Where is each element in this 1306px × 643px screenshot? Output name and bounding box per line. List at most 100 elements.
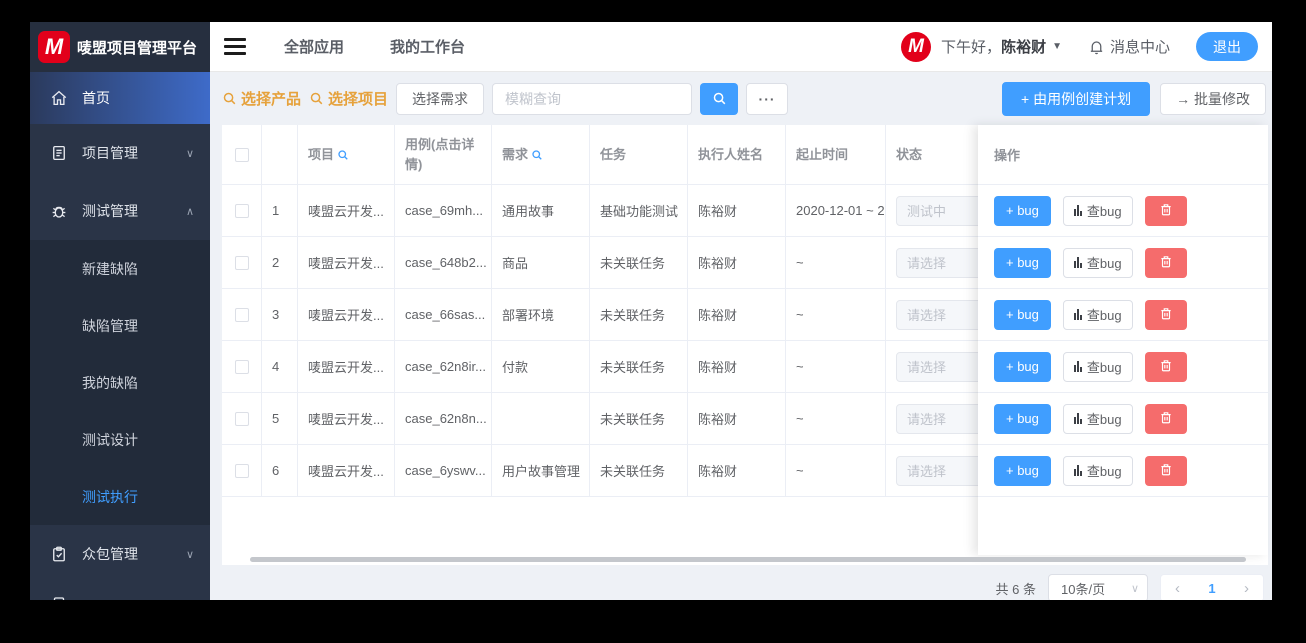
add-bug-button[interactable]: + bug: [994, 195, 1051, 226]
sidebar-item-home[interactable]: 首页: [30, 72, 210, 124]
search-icon[interactable]: [531, 149, 543, 161]
logout-button[interactable]: 退出: [1196, 32, 1258, 61]
chevron-up-icon: ∧: [185, 205, 194, 218]
nav-all-apps[interactable]: 全部应用: [284, 36, 344, 57]
fuzzy-search-input[interactable]: [492, 82, 693, 115]
bug-icon: [50, 202, 68, 220]
nav-my-workbench[interactable]: 我的工作台: [390, 36, 465, 57]
case-link[interactable]: case_6yswv...: [395, 445, 492, 496]
current-page[interactable]: 1: [1208, 581, 1215, 596]
dropdown-arrow-icon[interactable]: ▼: [1052, 41, 1062, 52]
prev-page-button[interactable]: ‹: [1175, 580, 1180, 597]
row-checkbox[interactable]: [234, 255, 249, 270]
col-project: 项目: [298, 125, 395, 184]
row-checkbox[interactable]: [234, 203, 249, 218]
project-cell: 唛盟云开发...: [298, 237, 395, 288]
delete-button[interactable]: [1144, 403, 1187, 434]
search-button[interactable]: [700, 82, 739, 115]
sidebar-item-partial[interactable]: [30, 583, 210, 600]
sidebar-item-test-design[interactable]: 测试设计: [30, 411, 210, 468]
delete-button[interactable]: [1144, 299, 1187, 330]
row-checkbox[interactable]: [234, 307, 249, 322]
executor-cell: 陈裕财: [688, 445, 786, 496]
view-bug-button[interactable]: 查bug: [1062, 299, 1133, 330]
sidebar-item-new-defect[interactable]: 新建缺陷: [30, 240, 210, 297]
view-bug-button[interactable]: 查bug: [1062, 403, 1133, 434]
greeting-text: 下午好，: [941, 39, 1002, 56]
row-checkbox[interactable]: [234, 359, 249, 374]
home-icon: [50, 89, 68, 107]
delete-button[interactable]: [1144, 351, 1187, 382]
case-link[interactable]: case_66sas...: [395, 289, 492, 340]
row-index: 6: [262, 445, 298, 496]
task-cell: 未关联任务: [590, 445, 688, 496]
col-requirement: 需求: [492, 125, 590, 184]
bar-chart-icon: [1073, 465, 1082, 476]
message-center-link[interactable]: 消息中心: [1110, 36, 1170, 57]
row-actions: + bug 查bug: [978, 445, 1268, 497]
row-checkbox[interactable]: [234, 463, 249, 478]
test-mgmt-submenu: 新建缺陷 缺陷管理 我的缺陷 测试设计 测试执行: [30, 240, 210, 525]
page-size-select[interactable]: 10条/页 ∨: [1048, 574, 1148, 600]
search-icon[interactable]: [337, 149, 349, 161]
period-cell: ~: [786, 289, 886, 340]
add-bug-button[interactable]: + bug: [994, 455, 1051, 486]
delete-button[interactable]: [1144, 247, 1187, 278]
chevron-down-icon: ∨: [185, 147, 194, 160]
menu-icon: [50, 595, 68, 600]
row-index: 1: [262, 185, 298, 236]
add-bug-button[interactable]: + bug: [994, 247, 1051, 278]
case-link[interactable]: case_648b2...: [395, 237, 492, 288]
user-greeting[interactable]: 下午好，陈裕财: [941, 36, 1046, 57]
sidebar-item-crowd-mgmt[interactable]: 众包管理 ∨: [30, 525, 210, 583]
case-link[interactable]: case_62n8n...: [395, 393, 492, 444]
select-requirement-button[interactable]: 选择需求: [396, 82, 485, 115]
horizontal-scrollbar[interactable]: [250, 557, 1246, 562]
select-product-link[interactable]: 选择产品: [222, 88, 301, 109]
add-bug-button[interactable]: + bug: [994, 351, 1051, 382]
col-case: 用例(点击详情): [395, 125, 492, 184]
sidebar-item-label: 众包管理: [82, 546, 138, 562]
trash-icon: [1159, 410, 1173, 428]
add-bug-button[interactable]: + bug: [994, 403, 1051, 434]
bar-chart-icon: [1073, 205, 1082, 216]
create-plan-from-case-button[interactable]: + 由用例创建计划: [1002, 81, 1151, 116]
user-avatar[interactable]: M: [901, 31, 932, 62]
delete-button[interactable]: [1144, 455, 1187, 486]
sidebar-item-my-defects[interactable]: 我的缺陷: [30, 354, 210, 411]
view-bug-button[interactable]: 查bug: [1062, 455, 1133, 486]
row-checkbox[interactable]: [234, 411, 249, 426]
status-value: 请选择: [907, 412, 947, 427]
view-bug-button[interactable]: 查bug: [1062, 247, 1133, 278]
more-filters-button[interactable]: ···: [746, 82, 789, 115]
case-link[interactable]: case_62n8ir...: [395, 341, 492, 392]
hamburger-menu-icon[interactable]: [224, 34, 246, 59]
row-actions: + bug 查bug: [978, 185, 1268, 237]
add-bug-button[interactable]: + bug: [994, 299, 1051, 330]
trash-icon: [1159, 202, 1173, 220]
view-bug-button[interactable]: 查bug: [1062, 351, 1133, 382]
row-actions: + bug 查bug: [978, 341, 1268, 393]
select-all-checkbox[interactable]: [234, 147, 249, 162]
view-bug-label: 查bug: [1086, 464, 1122, 479]
select-project-link[interactable]: 选择项目: [309, 88, 388, 109]
operations-fixed-column: 操作 + bug 查bug + bug 查bug + bug 查bug + bu…: [978, 125, 1268, 555]
bar-chart-icon: [1073, 413, 1082, 424]
sidebar-item-defect-mgmt[interactable]: 缺陷管理: [30, 297, 210, 354]
status-value: 请选择: [907, 464, 947, 479]
period-cell: ~: [786, 445, 886, 496]
next-page-button[interactable]: ›: [1244, 580, 1249, 597]
delete-button[interactable]: [1144, 195, 1187, 226]
clipboard-icon: [50, 545, 68, 563]
sidebar-item-test-mgmt[interactable]: 测试管理 ∧: [30, 182, 210, 240]
view-bug-label: 查bug: [1086, 204, 1122, 219]
view-bug-label: 查bug: [1086, 308, 1122, 323]
row-index: 2: [262, 237, 298, 288]
view-bug-label: 查bug: [1086, 360, 1122, 375]
sidebar-item-project-mgmt[interactable]: 项目管理 ∨: [30, 124, 210, 182]
case-link[interactable]: case_69mh...: [395, 185, 492, 236]
bell-icon: [1088, 38, 1105, 56]
view-bug-button[interactable]: 查bug: [1062, 195, 1133, 226]
sidebar-item-test-execution[interactable]: 测试执行: [30, 468, 210, 525]
batch-edit-button[interactable]: → 批量修改: [1160, 82, 1266, 115]
